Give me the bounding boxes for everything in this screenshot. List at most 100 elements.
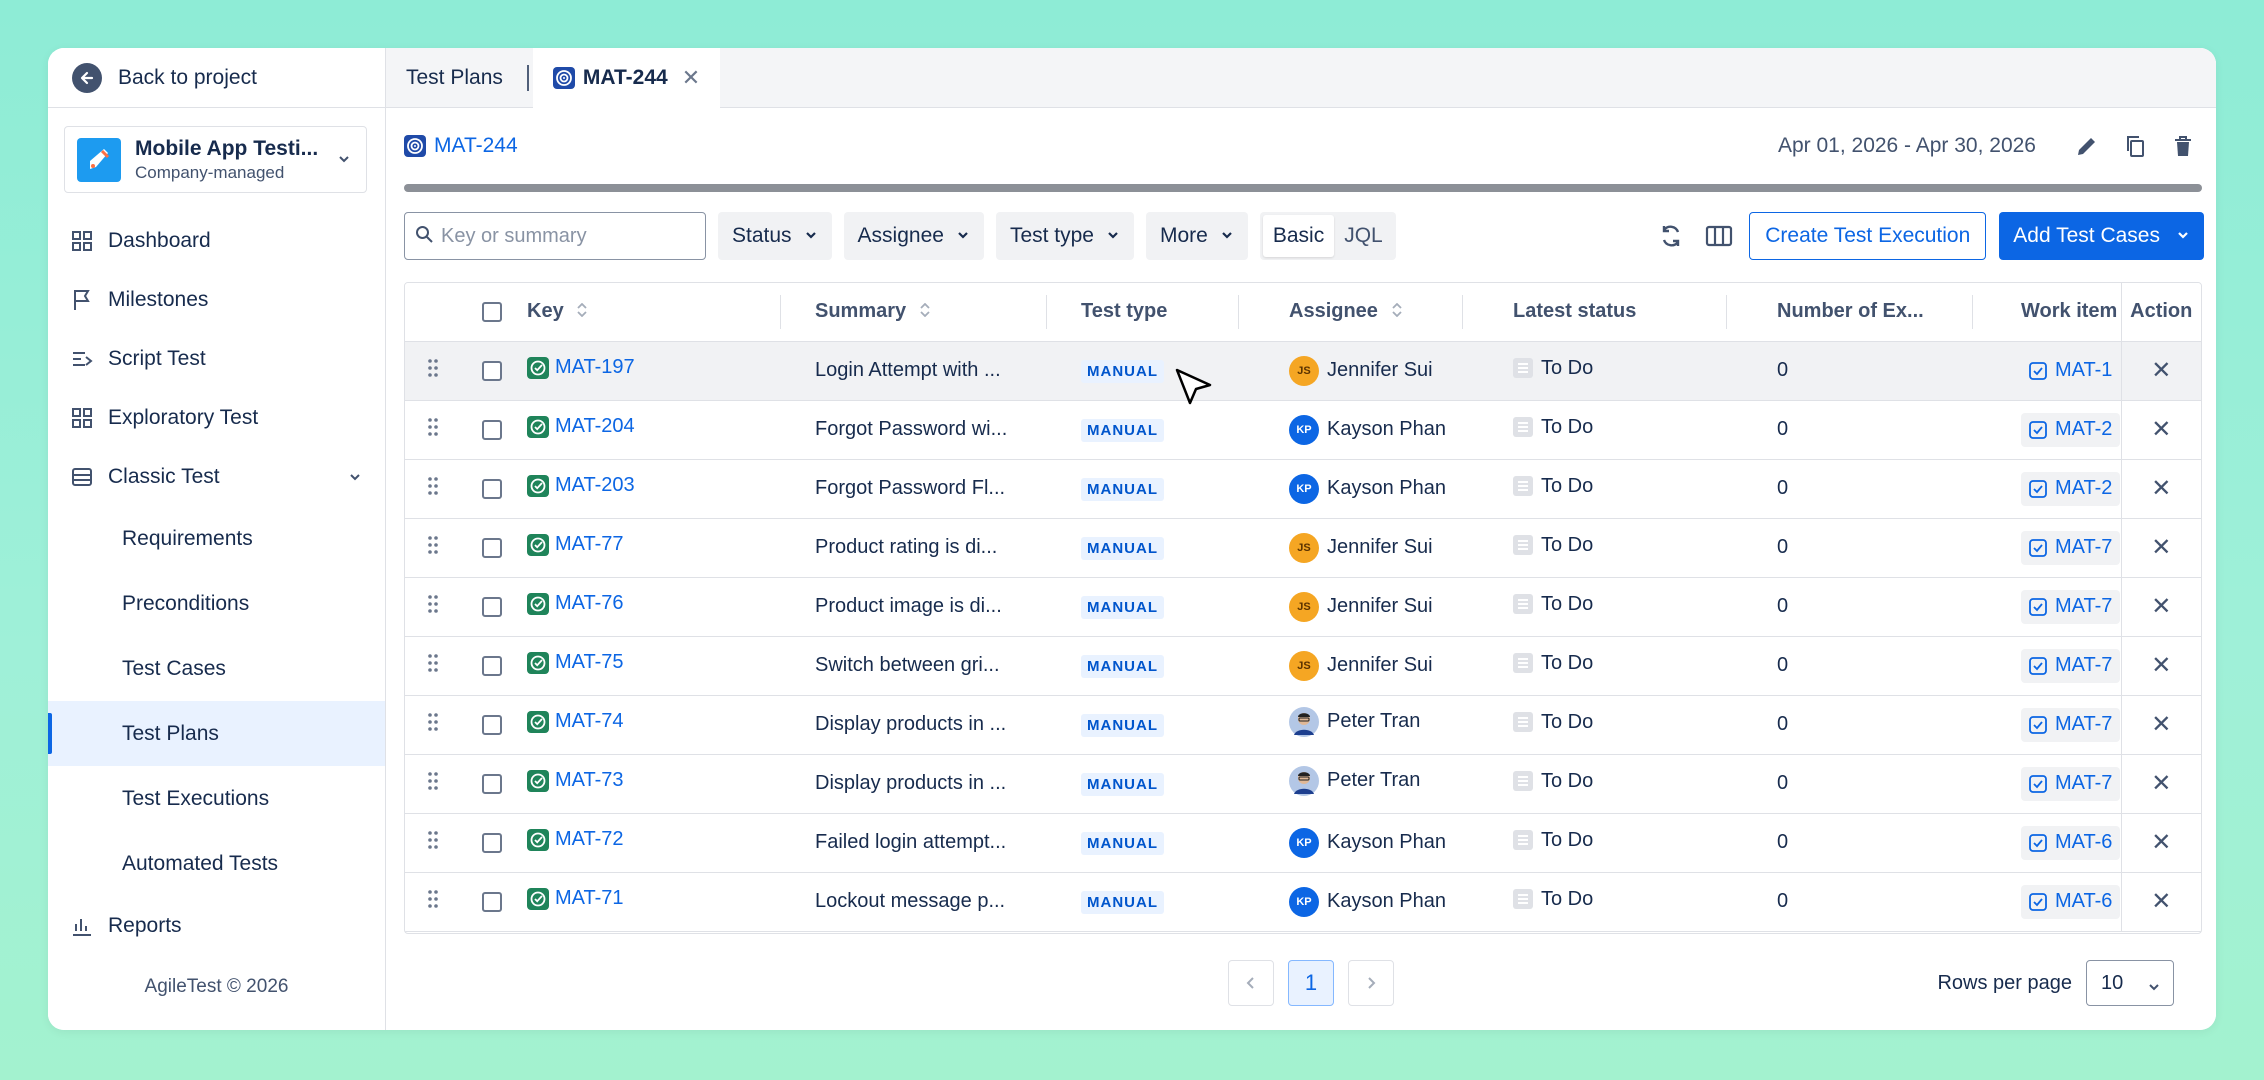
remove-row-icon[interactable]: ✕ (2151, 475, 2171, 502)
breadcrumb[interactable]: MAT-244 (404, 134, 518, 158)
table-row[interactable]: MAT-204 Forgot Password wi... MANUAL KP Kays… (405, 400, 2201, 460)
tab-mat-244[interactable]: MAT-244 ✕ (532, 48, 721, 108)
search-field[interactable] (404, 212, 706, 260)
next-page-button[interactable] (1348, 960, 1394, 1006)
row-checkbox[interactable] (482, 773, 502, 794)
table-row[interactable]: MAT-74 Display products in ... MANUAL Peter… (405, 695, 2201, 755)
sidebar-item-classic-test[interactable]: Classic Test (48, 447, 385, 506)
work-item-link[interactable]: MAT-7 (2021, 766, 2121, 801)
table-row[interactable]: MAT-76 Product image is di... MANUAL JS Jenn… (405, 577, 2201, 637)
refresh-icon[interactable] (1653, 218, 1689, 254)
drag-handle-icon[interactable] (427, 417, 439, 443)
sidebar-item-requirements[interactable]: Requirements (48, 506, 385, 571)
close-icon[interactable]: ✕ (682, 65, 700, 91)
sidebar-item-dashboard[interactable]: Dashboard (48, 211, 385, 270)
sidebar-item-reports[interactable]: Reports (48, 896, 385, 955)
drag-handle-icon[interactable] (427, 889, 439, 915)
test-case-key-link[interactable]: MAT-72 (527, 828, 624, 851)
table-row[interactable]: MAT-73 Display products in ... MANUAL Peter… (405, 754, 2201, 814)
test-case-key-link[interactable]: MAT-203 (527, 474, 635, 497)
table-row[interactable]: MAT-75 Switch between gri... MANUAL JS Jenni… (405, 636, 2201, 696)
test-case-key-link[interactable]: MAT-73 (527, 769, 624, 792)
drag-handle-icon[interactable] (427, 358, 439, 384)
remove-row-icon[interactable]: ✕ (2151, 888, 2171, 915)
drag-handle-icon[interactable] (427, 594, 439, 620)
add-test-cases-button[interactable]: Add Test Cases (1999, 212, 2204, 260)
sidebar-item-exploratory-test[interactable]: Exploratory Test (48, 388, 385, 447)
table-row[interactable]: MAT-203 Forgot Password Fl... MANUAL KP Kays… (405, 459, 2201, 519)
column-header-summary[interactable]: Summary (781, 283, 1047, 342)
edit-icon[interactable] (2074, 133, 2100, 159)
remove-row-icon[interactable]: ✕ (2151, 534, 2171, 561)
table-row[interactable]: MAT-77 Product rating is di... MANUAL JS Jen… (405, 518, 2201, 578)
copy-icon[interactable] (2122, 133, 2148, 159)
drag-handle-icon[interactable] (427, 535, 439, 561)
test-case-key-link[interactable]: MAT-74 (527, 710, 624, 733)
row-checkbox[interactable] (482, 537, 502, 558)
row-checkbox[interactable] (482, 891, 502, 912)
test-case-key-link[interactable]: MAT-76 (527, 592, 624, 615)
sidebar-item-automated-tests[interactable]: Automated Tests (48, 831, 385, 896)
row-checkbox[interactable] (482, 596, 502, 617)
drag-handle-icon[interactable] (427, 771, 439, 797)
tab-test-plans[interactable]: Test Plans (386, 48, 523, 107)
sidebar-item-preconditions[interactable]: Preconditions (48, 571, 385, 636)
work-item-link[interactable]: MAT-7 (2021, 589, 2121, 624)
test-case-key-link[interactable]: MAT-77 (527, 533, 624, 556)
remove-row-icon[interactable]: ✕ (2151, 770, 2171, 797)
drag-handle-icon[interactable] (427, 653, 439, 679)
remove-row-icon[interactable]: ✕ (2151, 829, 2171, 856)
test-case-key-link[interactable]: MAT-71 (527, 887, 624, 910)
columns-icon[interactable] (1701, 218, 1737, 254)
test-case-key-link[interactable]: MAT-204 (527, 415, 635, 438)
sidebar-item-test-cases[interactable]: Test Cases (48, 636, 385, 701)
remove-row-icon[interactable]: ✕ (2151, 416, 2171, 443)
remove-row-icon[interactable]: ✕ (2151, 593, 2171, 620)
select-all-checkbox[interactable] (482, 301, 502, 322)
table-row[interactable]: MAT-197 Login Attempt with ... MANUAL JS Jen… (405, 341, 2201, 401)
work-item-link[interactable]: MAT-2 (2021, 412, 2121, 447)
remove-row-icon[interactable]: ✕ (2151, 357, 2171, 384)
work-item-link[interactable]: MAT-7 (2021, 648, 2121, 683)
row-checkbox[interactable] (482, 360, 502, 381)
basic-mode-button[interactable]: Basic (1262, 215, 1335, 257)
sidebar-item-test-plans[interactable]: Test Plans (48, 701, 385, 766)
sidebar-item-test-executions[interactable]: Test Executions (48, 766, 385, 831)
sidebar-item-milestones[interactable]: Milestones (48, 270, 385, 329)
test-type-filter-button[interactable]: Test type (995, 212, 1134, 260)
rows-per-page-select[interactable]: 10 (2086, 960, 2174, 1006)
prev-page-button[interactable] (1228, 960, 1274, 1006)
project-switcher[interactable]: Mobile App Testi... Company-managed (64, 126, 367, 193)
work-item-link[interactable]: MAT-6 (2021, 884, 2121, 919)
back-to-project-link[interactable]: Back to project (48, 48, 385, 108)
work-item-link[interactable]: MAT-6 (2021, 825, 2121, 860)
row-checkbox[interactable] (482, 832, 502, 853)
row-checkbox[interactable] (482, 714, 502, 735)
table-row[interactable]: MAT-72 Failed login attempt... MANUAL KP Kay… (405, 813, 2201, 873)
status-filter-button[interactable]: Status (718, 212, 832, 260)
jql-mode-button[interactable]: JQL (1334, 215, 1393, 257)
work-item-link[interactable]: MAT-1 (2021, 353, 2121, 388)
remove-row-icon[interactable]: ✕ (2151, 652, 2171, 679)
more-filter-button[interactable]: More (1145, 212, 1248, 260)
drag-handle-icon[interactable] (427, 476, 439, 502)
work-item-link[interactable]: MAT-7 (2021, 530, 2121, 565)
drag-handle-icon[interactable] (427, 830, 439, 856)
remove-row-icon[interactable]: ✕ (2151, 711, 2171, 738)
column-header-assignee[interactable]: Assignee (1239, 283, 1463, 342)
work-item-link[interactable]: MAT-2 (2021, 471, 2121, 506)
sidebar-item-script-test[interactable]: Script Test (48, 329, 385, 388)
test-case-key-link[interactable]: MAT-75 (527, 651, 624, 674)
search-input[interactable] (441, 224, 691, 248)
column-header-key[interactable]: Key (523, 283, 781, 342)
page-1-button[interactable]: 1 (1288, 960, 1334, 1006)
row-checkbox[interactable] (482, 478, 502, 499)
create-test-execution-button[interactable]: Create Test Execution (1749, 212, 1987, 260)
drag-handle-icon[interactable] (427, 712, 439, 738)
trash-icon[interactable] (2170, 133, 2196, 159)
test-case-key-link[interactable]: MAT-197 (527, 356, 635, 379)
work-item-link[interactable]: MAT-7 (2021, 707, 2121, 742)
row-checkbox[interactable] (482, 419, 502, 440)
row-checkbox[interactable] (482, 655, 502, 676)
table-row[interactable]: MAT-71 Lockout message p... MANUAL KP Kayson… (405, 872, 2201, 932)
